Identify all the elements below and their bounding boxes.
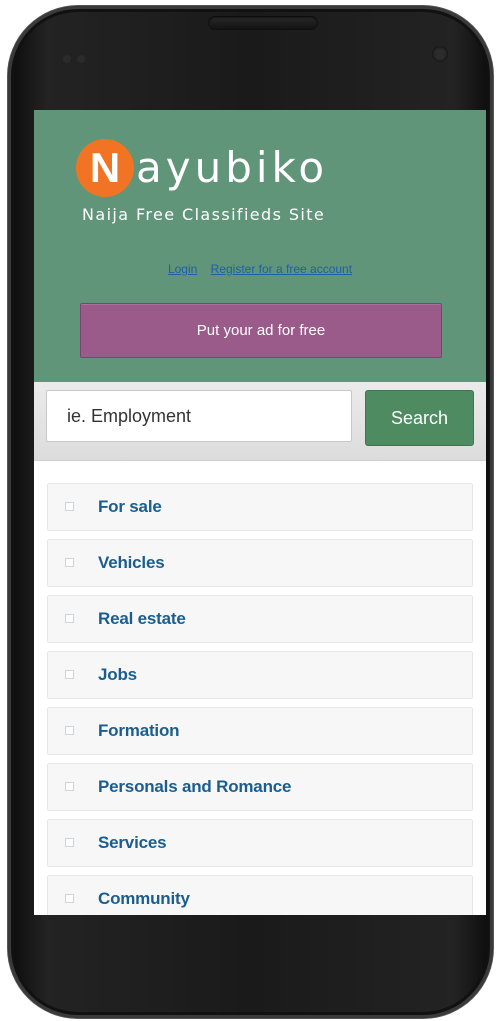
bullet-icon [65,502,74,511]
category-label: Services [98,833,167,852]
category-label: Personals and Romance [98,777,292,796]
site-header: N ayubiko Naija Free Classifieds Site Lo… [34,110,486,382]
category-item-for-sale[interactable]: For sale [47,483,473,531]
speaker-grille [208,16,318,30]
category-list: For sale Vehicles Real estate Jobs Forma… [47,483,473,915]
category-label: Community [98,889,190,908]
bullet-icon [65,558,74,567]
category-item-services[interactable]: Services [47,819,473,867]
category-label: Vehicles [98,553,165,572]
bullet-icon [65,670,74,679]
search-bar: Search [34,382,486,461]
category-item-vehicles[interactable]: Vehicles [47,539,473,587]
bullet-icon [65,614,74,623]
bullet-icon [65,894,74,903]
category-item-jobs[interactable]: Jobs [47,651,473,699]
tagline: Naija Free Classifieds Site [82,205,326,224]
screen: N ayubiko Naija Free Classifieds Site Lo… [34,110,486,915]
category-label: Formation [98,721,180,740]
post-ad-button[interactable]: Put your ad for free [80,303,442,358]
register-link[interactable]: Register for a free account [211,262,352,276]
account-links: Login Register for a free account [34,262,486,276]
category-item-personals-and-romance[interactable]: Personals and Romance [47,763,473,811]
search-input[interactable] [46,390,352,442]
category-label: Real estate [98,609,186,628]
bullet-icon [65,726,74,735]
category-label: Jobs [98,665,137,684]
bullet-icon [65,838,74,847]
bullet-icon [65,782,74,791]
sensor-dots [63,50,99,63]
front-camera [432,46,448,62]
logo-text[interactable]: ayubiko [136,142,328,194]
category-item-real-estate[interactable]: Real estate [47,595,473,643]
category-label: For sale [98,497,162,516]
category-item-formation[interactable]: Formation [47,707,473,755]
login-link[interactable]: Login [168,262,197,276]
logo-initial[interactable]: N [76,139,134,197]
search-button[interactable]: Search [365,390,474,446]
category-item-community[interactable]: Community [47,875,473,915]
